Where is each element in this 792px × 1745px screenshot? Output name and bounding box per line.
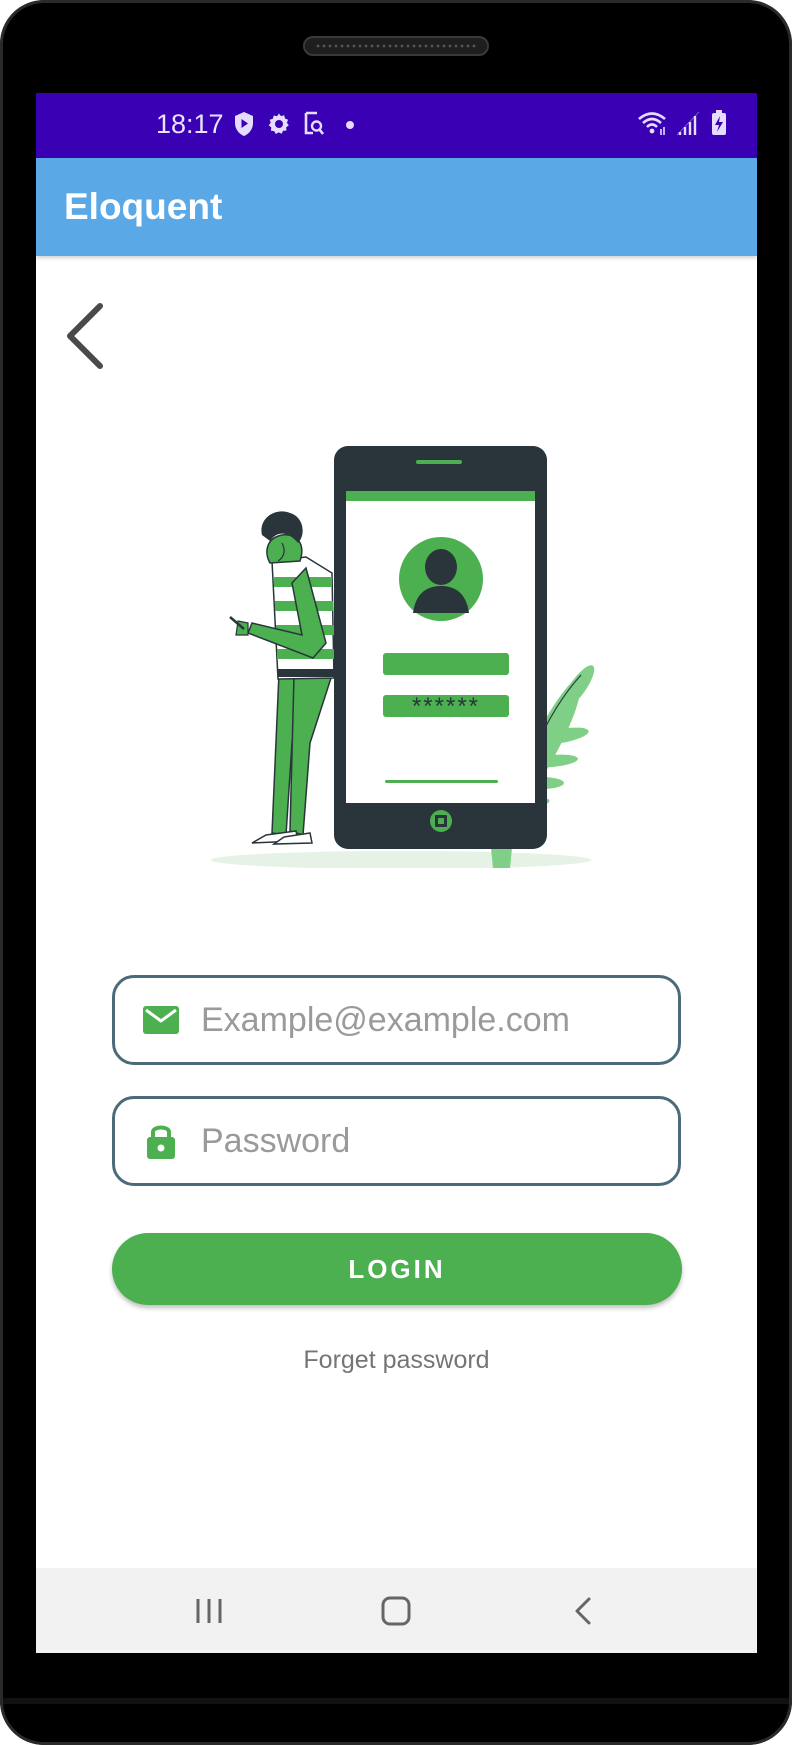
recents-icon [196, 1599, 222, 1623]
screen: 18:17 Eloquent ****** Example@example.co… [36, 93, 757, 1653]
login-button[interactable]: LOGIN [112, 1233, 682, 1305]
home-button[interactable] [371, 1586, 421, 1636]
status-notification-icons [233, 111, 355, 141]
signal-icon [676, 110, 701, 141]
earpiece-speaker [303, 36, 489, 56]
navigation-bar [36, 1568, 757, 1653]
phone-frame: 18:17 Eloquent ****** Example@example.co… [0, 0, 792, 1745]
shield-play-icon [233, 111, 255, 142]
forget-password-link[interactable]: Forget password [36, 1346, 757, 1375]
status-bar: 18:17 [36, 93, 757, 158]
screen-search-icon [303, 111, 325, 142]
envelope-icon [141, 1000, 181, 1040]
chevron-left-icon [67, 303, 103, 369]
back-icon [575, 1597, 591, 1625]
back-button[interactable] [60, 298, 112, 374]
nav-back-button[interactable] [558, 1586, 608, 1636]
gear-icon [267, 112, 291, 141]
login-illustration: ****** [211, 446, 595, 868]
dot-icon [345, 117, 355, 135]
status-system-icons [637, 109, 727, 141]
recents-button[interactable] [184, 1586, 234, 1636]
app-title: Eloquent [64, 186, 223, 227]
svg-text:******: ****** [412, 693, 480, 720]
app-bar: Eloquent [36, 158, 757, 256]
password-field[interactable] [112, 1096, 681, 1186]
lock-icon [141, 1121, 181, 1161]
password-input[interactable] [201, 1121, 641, 1161]
email-input[interactable] [201, 1000, 641, 1040]
status-time: 18:17 [156, 109, 224, 139]
wifi-icon [637, 110, 667, 141]
email-field[interactable] [112, 975, 681, 1065]
home-icon [381, 1596, 411, 1626]
battery-charging-icon [711, 109, 727, 141]
phone-chin [0, 1698, 792, 1704]
